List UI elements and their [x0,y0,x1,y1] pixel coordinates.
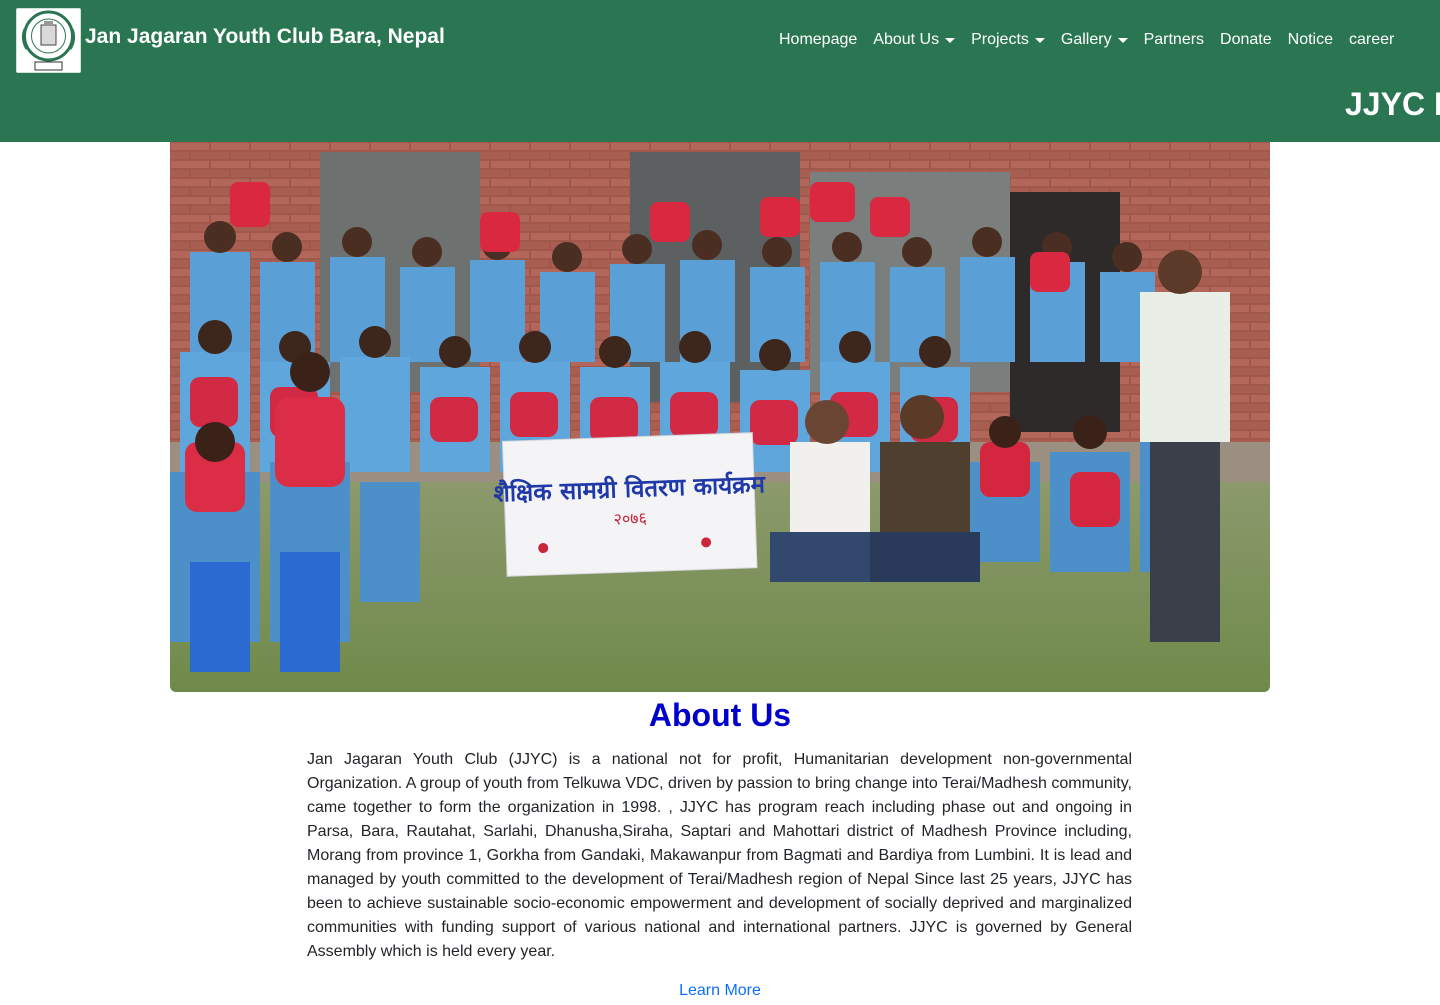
nav-notice[interactable]: Notice [1280,29,1341,51]
nav-label: Donate [1220,31,1272,48]
nav-label: career [1349,31,1395,48]
learn-more-link[interactable]: Learn More [0,982,1440,1000]
caret-down-icon [1117,37,1128,43]
hero-photo: शैक्षिक सामग्री वितरण कार्यक्रम २०७६ [170,142,1270,692]
nav-label: Projects [971,31,1029,48]
nav-donate[interactable]: Donate [1212,29,1280,51]
nav-about-us-dropdown[interactable]: About Us [865,29,963,51]
about-us-heading: About Us [648,697,792,733]
nav-label: Partners [1143,31,1205,48]
nav-label: About Us [873,31,940,48]
nav-projects-dropdown[interactable]: Projects [963,29,1053,51]
caret-down-icon [1034,37,1045,43]
nav-partners[interactable]: Partners [1136,29,1212,51]
jjyc-logo-icon[interactable] [16,8,81,73]
about-us-description: Jan Jagaran Youth Club (JJYC) is a natio… [307,751,1132,960]
main-nav: Homepage About Us Projects Gallery Partn… [771,29,1402,51]
nav-label: Homepage [779,31,858,48]
nav-homepage[interactable]: Homepage [771,29,865,51]
banner-year: २०७६ [613,508,647,528]
nav-gallery-dropdown[interactable]: Gallery [1053,29,1136,51]
site-brand[interactable]: Jan Jagaran Youth Club Bara, Nepal [85,25,445,49]
caret-down-icon [945,37,956,43]
navbar: Jan Jagaran Youth Club Bara, Nepal Homep… [0,0,1440,142]
news-marquee: JJYC I [1345,86,1440,122]
nav-career[interactable]: career [1341,29,1402,51]
nav-label: Notice [1287,31,1333,48]
nav-label: Gallery [1060,31,1112,48]
